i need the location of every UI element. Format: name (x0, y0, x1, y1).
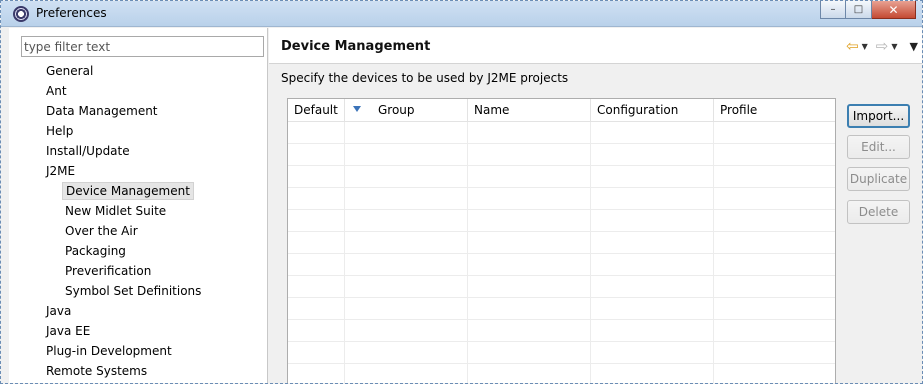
duplicate-button[interactable]: Duplicate (847, 167, 910, 191)
table-row[interactable] (288, 122, 835, 144)
tree-item-label: Java (46, 304, 72, 318)
device-table[interactable]: Default Group Name Configuration Profile (287, 98, 836, 383)
forward-arrow-icon[interactable]: ⇨ (876, 39, 889, 54)
column-header-group[interactable]: Group (345, 99, 468, 122)
table-row[interactable] (288, 210, 835, 232)
tree-item-label: Help (46, 124, 74, 138)
window-title: Preferences (36, 6, 107, 20)
tree-item-packaging[interactable]: Packaging (9, 241, 268, 261)
edit-button[interactable]: Edit... (847, 135, 910, 159)
page-title: Device Management (281, 39, 431, 54)
tree-item-device-management[interactable]: Device Management (9, 181, 268, 201)
table-row[interactable] (288, 276, 835, 298)
tree-item-java-ee[interactable]: Java EE (9, 321, 268, 341)
tree-item-preverification[interactable]: Preverification (9, 261, 268, 281)
tree-item-label: Symbol Set Definitions (65, 284, 202, 298)
tree-item-java[interactable]: Java (9, 301, 268, 321)
preference-page: Device Management ⇦ ▼ ⇨ ▼ ▼ Specify the … (269, 28, 922, 383)
maximize-button[interactable]: □ (846, 1, 872, 19)
column-divider (467, 122, 468, 383)
back-history-dropdown-icon[interactable]: ▼ (862, 42, 868, 51)
tree-item-label: Install/Update (46, 144, 130, 158)
tree-item-ant[interactable]: Ant (9, 81, 268, 101)
column-divider (713, 122, 714, 383)
tree-item-over-the-air[interactable]: Over the Air (9, 221, 268, 241)
tree-item-label: Remote Systems (46, 364, 148, 378)
import-button[interactable]: Import... (847, 104, 910, 128)
table-body (288, 122, 835, 383)
table-row[interactable] (288, 144, 835, 166)
column-divider (344, 122, 345, 383)
tree-item-label: New Midlet Suite (65, 204, 167, 218)
table-row[interactable] (288, 166, 835, 188)
eclipse-app-icon (13, 6, 29, 22)
table-row[interactable] (288, 254, 835, 276)
table-header: Default Group Name Configuration Profile (288, 99, 835, 122)
window-controls: – □ ✕ (820, 1, 916, 20)
tree-item-label: Java EE (46, 324, 91, 338)
tree-item-label: Ant (46, 84, 67, 98)
tree-item-remote-systems[interactable]: Remote Systems (9, 361, 268, 381)
table-row[interactable] (288, 342, 835, 364)
preferences-window: Preferences – □ ✕ General Ant Data Managem… (0, 0, 923, 384)
view-menu-icon[interactable]: ▼ (910, 40, 918, 53)
tree-item-install-update[interactable]: Install/Update (9, 141, 268, 161)
tree-item-label: Packaging (65, 244, 126, 258)
tree-item-general[interactable]: General (9, 61, 268, 81)
page-header: Device Management ⇦ ▼ ⇨ ▼ ▼ (269, 28, 922, 64)
table-row[interactable] (288, 364, 835, 383)
tree-item-label: Plug-in Development (46, 344, 172, 358)
tree-item-label: Preverification (65, 264, 152, 278)
page-navigation: ⇦ ▼ ⇨ ▼ ▼ (846, 39, 918, 54)
back-arrow-icon[interactable]: ⇦ (846, 39, 859, 54)
column-divider (590, 122, 591, 383)
tree-item-plug-in-development[interactable]: Plug-in Development (9, 341, 268, 361)
table-row[interactable] (288, 298, 835, 320)
tree-item-label: Device Management (62, 182, 194, 200)
column-header-name[interactable]: Name (468, 99, 591, 122)
tree-item-new-midlet-suite[interactable]: New Midlet Suite (9, 201, 268, 221)
tree-item-label: General (46, 64, 94, 78)
page-description: Specify the devices to be used by J2ME p… (281, 71, 569, 85)
column-header-configuration[interactable]: Configuration (591, 99, 714, 122)
tree-item-symbol-set-definitions[interactable]: Symbol Set Definitions (9, 281, 268, 301)
tree-item-label: Over the Air (65, 224, 138, 238)
forward-history-dropdown-icon[interactable]: ▼ (891, 42, 897, 51)
table-row[interactable] (288, 320, 835, 342)
filter-input[interactable] (21, 36, 264, 57)
minimize-button[interactable]: – (820, 1, 846, 19)
preference-tree: General Ant Data Management Help Install/Upd… (9, 61, 268, 381)
tree-item-data-management[interactable]: Data Management (9, 101, 268, 121)
tree-item-j2me[interactable]: J2ME (9, 161, 268, 181)
tree-item-label: Data Management (46, 104, 158, 118)
table-row[interactable] (288, 232, 835, 254)
delete-button[interactable]: Delete (847, 200, 910, 224)
sort-descending-icon (353, 106, 361, 112)
tree-item-help[interactable]: Help (9, 121, 268, 141)
title-bar[interactable]: Preferences – □ ✕ (1, 1, 922, 27)
preference-tree-pane: General Ant Data Management Help Install/Upd… (9, 28, 268, 383)
close-button[interactable]: ✕ (872, 1, 916, 19)
column-header-default[interactable]: Default (288, 99, 345, 122)
tree-item-label: J2ME (46, 164, 76, 178)
table-row[interactable] (288, 188, 835, 210)
column-header-profile[interactable]: Profile (714, 99, 835, 122)
